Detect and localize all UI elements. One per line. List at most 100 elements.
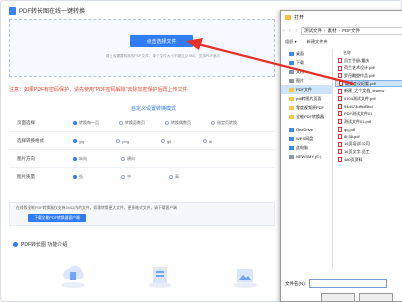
option-odd-pages[interactable]: 转换奇数页	[119, 120, 145, 126]
open-button[interactable]	[321, 293, 355, 302]
radio-icon[interactable]	[116, 139, 121, 143]
new-folder-button[interactable]: 新建文件夹	[307, 39, 328, 45]
divider	[9, 167, 275, 168]
nav-item-folder[interactable]: 全能PDF转换器	[281, 112, 332, 121]
radio-icon[interactable]	[161, 139, 166, 143]
file-item[interactable]: 测试文件01.pdf	[335, 118, 402, 126]
organize-menu[interactable]: 组织 ▾	[285, 39, 297, 45]
divider	[9, 131, 275, 132]
divider	[9, 149, 275, 150]
client-notice-text: 在线版全能PDF转换器仅支持2M以内的文件，如需转换更大文件，更多格式文件，请下…	[16, 206, 177, 210]
file-item[interactable]: 480页资料	[335, 156, 402, 164]
radio-icon[interactable]	[73, 139, 77, 143]
forward-arrow-icon[interactable]: ›	[289, 28, 293, 33]
upload-zone[interactable]: 点击选择文件 请上传需要转换的PDF文件，单个文件大小不超过(2.0M)，支持P…	[9, 19, 275, 77]
option-gif[interactable]: gif	[161, 139, 171, 144]
up-arrow-icon[interactable]: ↑	[295, 28, 299, 33]
radio-icon[interactable]	[119, 121, 123, 125]
dialog-title: 打开	[294, 14, 305, 21]
setting-label: 图片质量	[17, 174, 35, 179]
file-item-selected[interactable]: 圆桌会议纪要.pdf	[335, 79, 402, 88]
pdf-file-icon	[338, 65, 342, 71]
image-illustration-icon	[233, 269, 257, 288]
features-title: PDF转长图 功能介绍	[13, 241, 67, 248]
nav-item-wps-drive[interactable]: WPS网盘	[281, 134, 332, 143]
nav-item-desktop[interactable]: 桌面	[281, 49, 332, 58]
option-low[interactable]: 低	[73, 174, 83, 180]
option-high[interactable]: 高	[169, 174, 179, 180]
file-item[interactable]: 0104测试文件.pdf	[335, 95, 402, 103]
setting-row-orientation: 图片方向 纵向 横向	[17, 156, 155, 162]
filename-row: 文件名(N):	[285, 279, 387, 288]
drive-icon	[289, 154, 294, 159]
option-portrait[interactable]: 纵向	[73, 156, 87, 162]
page-title: PDF转长图在线一键转换	[19, 9, 86, 15]
option-every-page[interactable]: 转换每一页	[73, 120, 99, 126]
file-item[interactable]: 新建_之个文档_teamw	[335, 87, 402, 95]
upload-illustration-icon	[61, 265, 85, 288]
file-item[interactable]: 16页培训-公司	[335, 141, 402, 149]
nav-item-folder[interactable]: 零度视频原PDF	[281, 103, 332, 112]
radio-icon[interactable]	[73, 157, 77, 161]
nav-item-onedrive[interactable]: OneDrive	[281, 125, 332, 134]
setting-row-quality: 图片质量 低 中 高	[17, 174, 199, 180]
filename-label: 文件名(N):	[285, 280, 306, 286]
option-tif[interactable]: tif	[203, 139, 212, 144]
nav-item-drive-e[interactable]: NEWSMY (E:)	[281, 152, 332, 161]
file-item[interactable]: 8f 38.pdf	[335, 133, 402, 141]
radio-icon[interactable]	[121, 157, 125, 161]
option-png[interactable]: png	[116, 139, 129, 144]
cloud-icon	[289, 136, 294, 141]
radio-icon[interactable]	[73, 175, 77, 179]
nav-item-pdf-folder[interactable]: PDF文件	[281, 85, 332, 94]
nav-item-pictures[interactable]: 图片	[281, 76, 332, 85]
filename-input[interactable]	[309, 279, 387, 288]
pdf-file-icon	[338, 58, 342, 64]
column-header-name[interactable]: 名称	[335, 49, 402, 57]
file-item[interactable]: 荷兰艺术设计.pdf	[335, 65, 402, 73]
file-item[interactable]: PDF测试文件01	[335, 110, 402, 118]
nav-item-downloads[interactable]: 下载	[281, 58, 332, 67]
features-icon	[13, 242, 18, 247]
option-landscape[interactable]: 横向	[121, 156, 135, 162]
file-item[interactable]: 罗丹雕塑作品.pdf	[335, 72, 402, 80]
setting-label: 页面选择	[17, 120, 35, 125]
option-custom-pages[interactable]: 指定页转换	[211, 120, 237, 126]
select-file-button[interactable]: 点击选择文件	[130, 35, 193, 47]
folder-icon	[285, 14, 291, 20]
radio-icon[interactable]	[165, 121, 169, 125]
pdf-file-icon	[338, 119, 342, 125]
folder-icon	[289, 87, 294, 92]
path-breadcrumb[interactable]: 测试文件 › 素材 › PDF文件	[301, 26, 402, 35]
document-icon	[289, 69, 294, 74]
option-jpg[interactable]: jpg	[73, 139, 84, 144]
file-item[interactable]: 员工手册-重庆	[335, 57, 402, 65]
nav-item-this-pc[interactable]: 此电脑	[281, 143, 332, 152]
download-client-button[interactable]: 下载全能PDF转换器客户端	[28, 214, 86, 222]
password-notice: 注意：如果PDF有密码保护，请先使用"PDF密码解除"去除加密保护后再上传文件	[9, 87, 188, 93]
folder-icon	[289, 105, 294, 110]
radio-icon[interactable]	[169, 175, 173, 179]
convert-illustration-icon	[148, 267, 172, 288]
setting-row-format: 选择转换格式 jpg png gif tif	[17, 138, 232, 144]
file-item[interactable]: 54d473dffcd5bd	[335, 103, 402, 111]
dialog-toolbar: 组织 ▾ 新建文件夹	[285, 39, 328, 45]
radio-icon[interactable]	[203, 139, 208, 143]
option-medium[interactable]: 中	[121, 174, 131, 180]
dialog-buttons	[321, 293, 393, 302]
radio-icon[interactable]	[73, 121, 77, 125]
address-bar: ‹ › ↑ 测试文件 › 素材 › PDF文件	[283, 26, 402, 35]
option-even-pages[interactable]: 转换偶数页	[165, 120, 191, 126]
setting-label: 选择转换格式	[17, 138, 44, 143]
radio-icon[interactable]	[121, 175, 125, 179]
file-item[interactable]: 16页文字-员工	[335, 148, 402, 156]
nav-item-folder[interactable]: pdf转图片页面	[281, 94, 332, 103]
pdf-file-icon	[338, 134, 342, 140]
nav-item-documents[interactable]: 文档	[281, 67, 332, 76]
cancel-button[interactable]	[359, 293, 393, 302]
pdf-file-icon	[338, 126, 342, 132]
radio-icon[interactable]	[211, 121, 215, 125]
file-item[interactable]: qq.pdf	[335, 125, 402, 133]
back-arrow-icon[interactable]: ‹	[283, 28, 287, 33]
setting-row-pages: 页面选择 转换每一页 转换奇数页 转换偶数页 指定页转换	[17, 120, 257, 126]
